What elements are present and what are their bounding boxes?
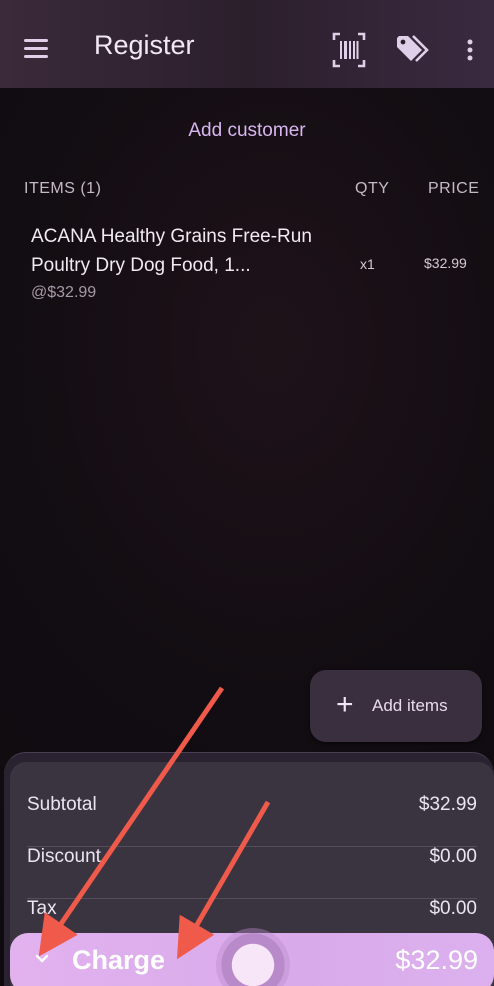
subtotal-value: $32.99: [418, 794, 477, 815]
charge-amount: $32.99: [395, 945, 478, 975]
subtotal-label: Subtotal: [27, 794, 97, 815]
item-price: $32.99: [424, 255, 467, 271]
item-unit-price: @$32.99: [31, 284, 97, 301]
tag-icon[interactable]: [394, 32, 432, 68]
page-title: Register: [94, 30, 195, 60]
chevron-down-icon[interactable]: [34, 951, 50, 967]
more-vertical-icon[interactable]: [462, 32, 478, 68]
add-customer-link[interactable]: Add customer: [0, 120, 494, 142]
barcode-icon[interactable]: [332, 32, 366, 68]
add-items-label: Add items: [372, 696, 448, 715]
menu-icon[interactable]: [24, 39, 50, 61]
item-name: ACANA Healthy Grains Free-Run Poultry Dr…: [31, 226, 312, 276]
app-bar: Register: [0, 0, 494, 88]
discount-label: Discount: [27, 846, 101, 867]
tax-label: Tax: [27, 898, 57, 919]
subtotal-row: Subtotal $32.99: [27, 794, 477, 847]
discount-value: $0.00: [429, 846, 477, 867]
discount-row[interactable]: Discount $0.00: [27, 846, 477, 899]
item-qty: x1: [360, 256, 375, 272]
tax-value: $0.00: [429, 898, 477, 919]
qty-column-header: QTY: [355, 180, 390, 197]
charge-label: Charge: [72, 945, 166, 975]
add-items-button[interactable]: + Add items: [310, 670, 482, 742]
price-column-header: PRICE: [428, 180, 480, 197]
items-column-header: ITEMS (1): [24, 180, 102, 197]
plus-icon: +: [336, 688, 354, 721]
